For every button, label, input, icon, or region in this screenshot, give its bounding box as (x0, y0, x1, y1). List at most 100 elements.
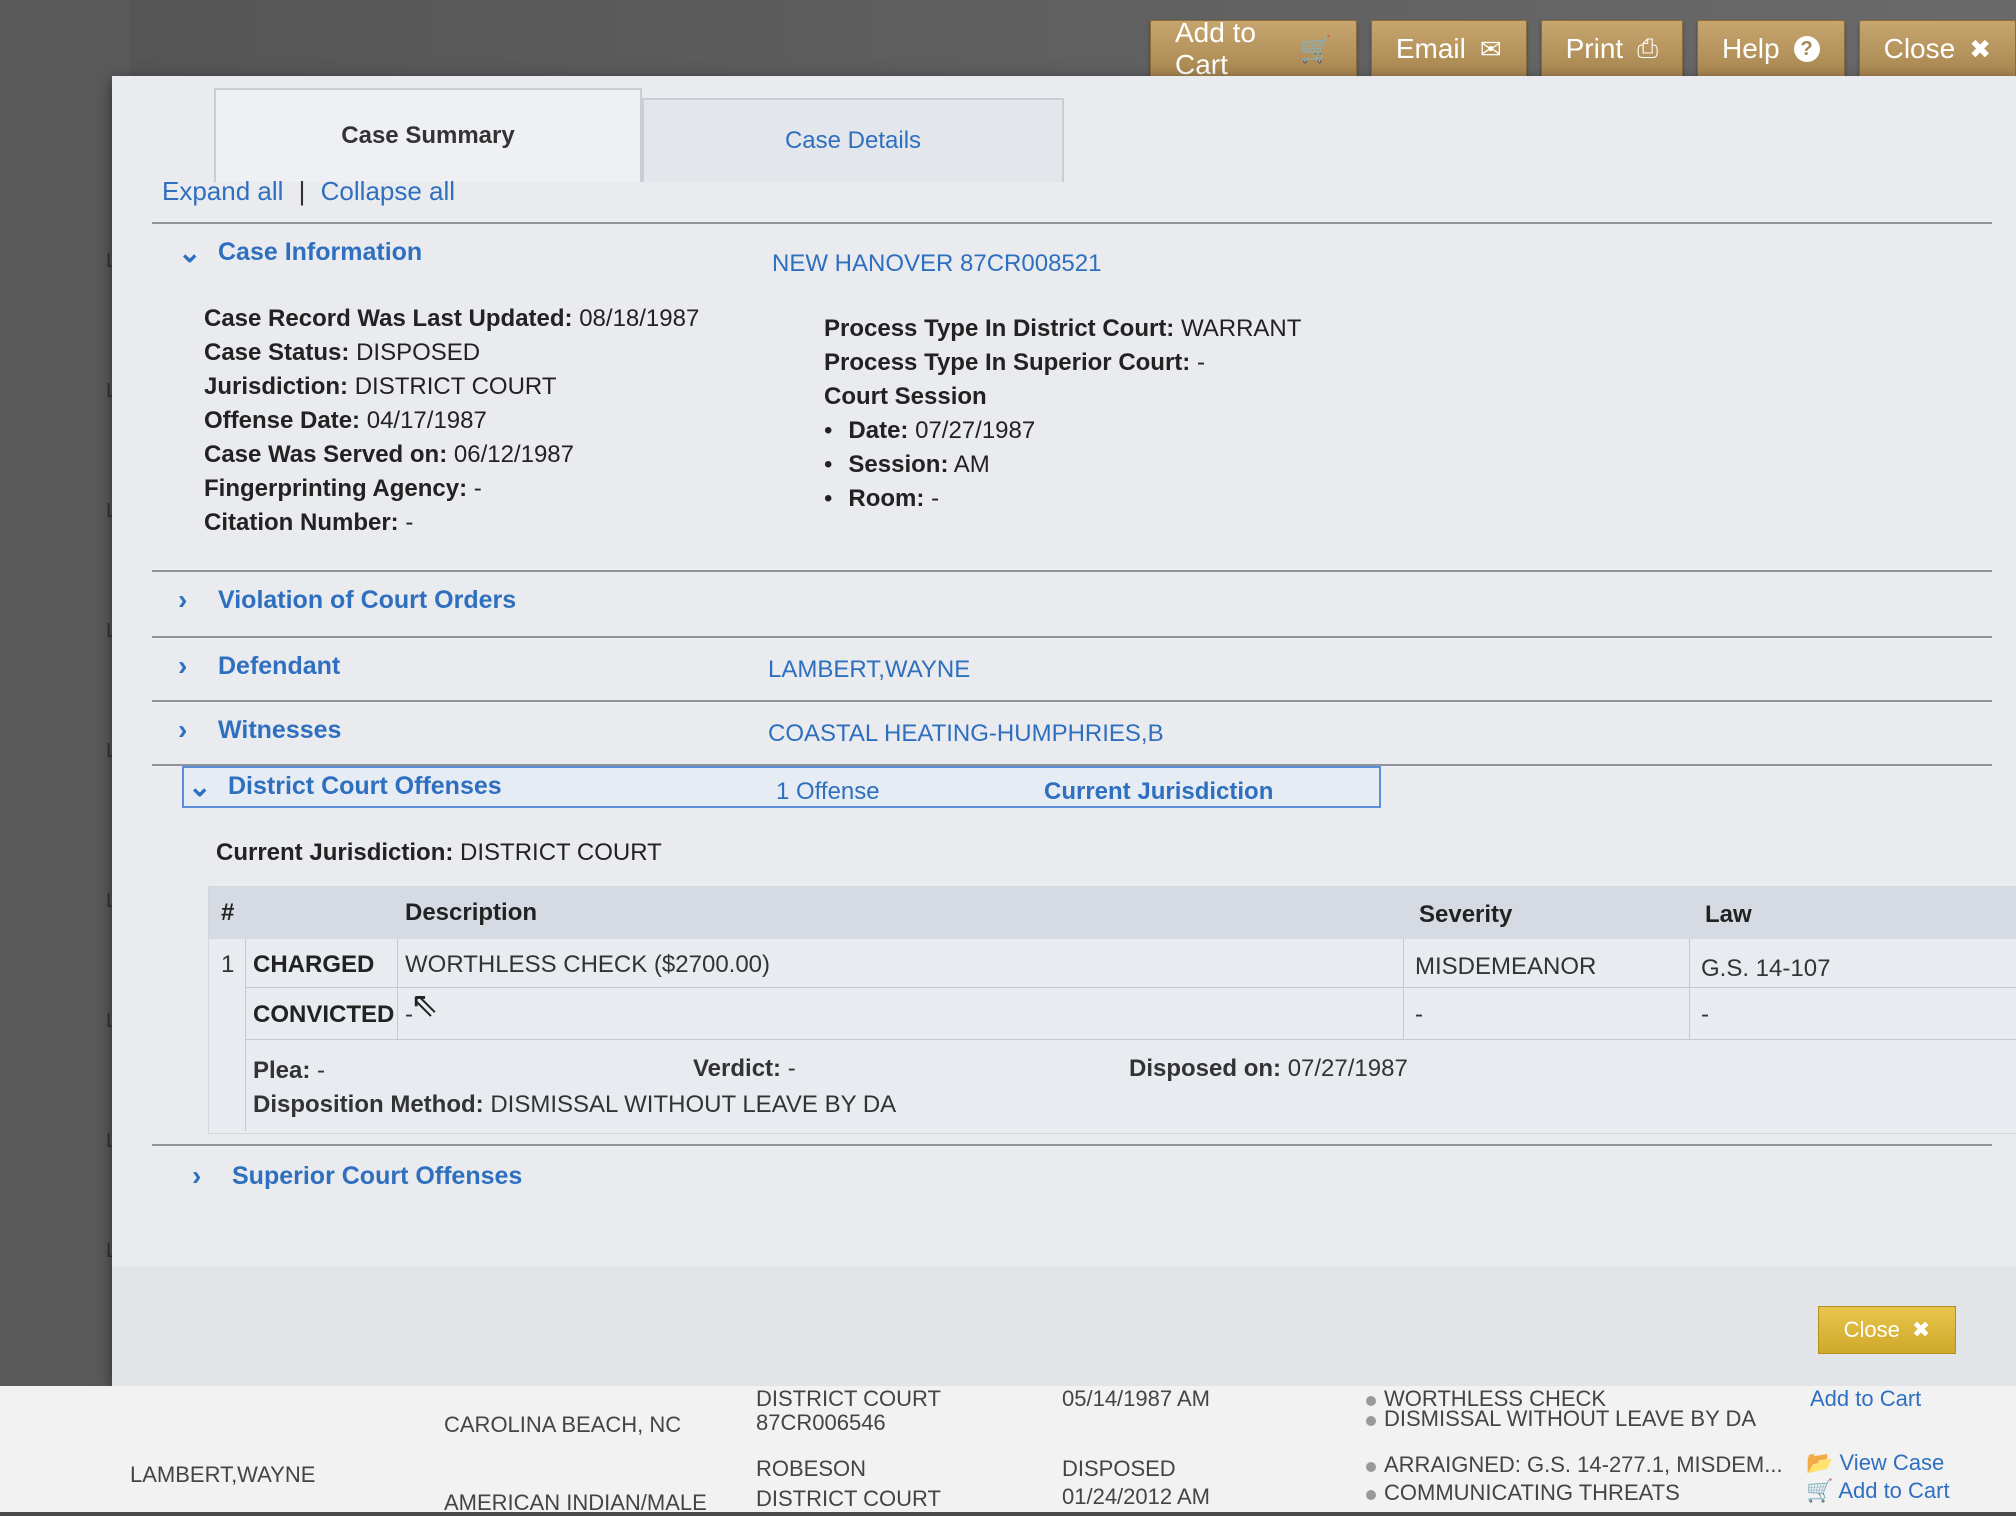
column-divider (397, 939, 398, 1039)
field-label: Case Status: (204, 339, 350, 366)
divider (152, 636, 1992, 638)
email-button[interactable]: Email ✉ (1370, 20, 1527, 78)
column-divider (245, 939, 246, 1131)
folder-icon: 📂 (1806, 1450, 1834, 1475)
verdict-label: Verdict: (693, 1055, 782, 1082)
col-num-header: # (221, 899, 235, 926)
field-label: Citation Number: (204, 509, 399, 536)
tab-case-details[interactable]: Case Details (642, 98, 1064, 182)
case-info-left: Case Record Was Last Updated: 08/18/1987… (204, 302, 699, 540)
col-law-header: Law (1705, 901, 1752, 928)
convicted-law: - (1701, 1001, 1709, 1028)
case-info-row: Case Was Served on: 06/12/1987 (204, 438, 699, 472)
row-number: 1 (221, 951, 235, 978)
row-divider (245, 987, 2016, 988)
bg-location: CAROLINA BEACH, NC (444, 1412, 682, 1437)
bg-add-to-cart-link-2[interactable]: 🛒 Add to Cart (1806, 1478, 1950, 1504)
bullet-icon: • (824, 417, 833, 444)
field-label: Fingerprinting Agency: (204, 475, 468, 502)
court-session-label: Court Session (824, 383, 987, 410)
violation-section-header[interactable]: › Violation of Court Orders (178, 584, 516, 616)
defendant-name: LAMBERT,WAYNE (768, 656, 971, 683)
cart-icon: 🛒 (1299, 33, 1332, 64)
bg-add-to-cart-2-text: Add to Cart (1838, 1478, 1950, 1503)
modal-footer (112, 1266, 2016, 1386)
case-information-header[interactable]: ⌄ Case Information (178, 236, 422, 269)
case-info-row: Fingerprinting Agency: - (204, 472, 699, 506)
disposed-row: Disposed on: 07/27/1987 (1129, 1055, 1408, 1083)
witness-name: COASTAL HEATING-HUMPHRIES,B (768, 720, 1164, 747)
case-modal: Case Summary Case Details Expand all | C… (112, 76, 2016, 1386)
chevron-right-icon: › (178, 584, 188, 615)
bg-view-case-link[interactable]: 📂 View Case (1806, 1450, 1944, 1476)
bg-name[interactable]: LAMBERT,WAYNE (130, 1462, 315, 1488)
case-id: NEW HANOVER 87CR008521 (772, 250, 1102, 277)
field-value: - (473, 475, 482, 502)
bg-county: ROBESON (756, 1456, 867, 1481)
bg-status: DISPOSED (1062, 1456, 1176, 1481)
col-description-header: Description (405, 899, 538, 926)
session-value: AM (953, 451, 990, 478)
tab-case-summary[interactable]: Case Summary (214, 88, 642, 182)
print-button[interactable]: Print ⎙ (1540, 20, 1684, 78)
tab-bar: Case Summary Case Details (214, 88, 1064, 182)
case-information-title: Case Information (218, 238, 423, 266)
session-date-value: 07/27/1987 (915, 417, 1036, 444)
district-offenses-header[interactable]: ⌄ District Court Offenses (188, 770, 502, 803)
close-footer-button[interactable]: Close ✖ (1818, 1306, 1956, 1354)
charged-law: G.S. 14-107 (1701, 955, 1831, 982)
close-footer-label: Close (1843, 1317, 1900, 1342)
expand-all-link[interactable]: Expand all (162, 176, 283, 206)
close-top-label: Close (1883, 33, 1956, 64)
close-icon: ✖ (1911, 1317, 1931, 1342)
printer-icon: ⎙ (1637, 33, 1659, 63)
bullet-icon: • (824, 485, 833, 512)
bg-arraigned: ARRAIGNED: G.S. 14-277.1, MISDEM... (1366, 1452, 1783, 1478)
add-to-cart-label: Add to Cart (1175, 17, 1256, 80)
case-info-right: Process Type In District Court: WARRANT … (824, 312, 1301, 516)
chevron-down-icon: ⌄ (178, 237, 202, 268)
bg-add-to-cart-link[interactable]: Add to Cart (1810, 1386, 1921, 1412)
charged-severity: MISDEMEANOR (1415, 953, 1597, 980)
disposition-value: DISMISSAL WITHOUT LEAVE BY DA (490, 1091, 897, 1118)
col-severity-header: Severity (1419, 901, 1513, 928)
case-info-row: Jurisdiction: DISTRICT COURT (204, 370, 699, 404)
plea-label: Plea: (253, 1057, 311, 1084)
plea-row: Plea: - (253, 1057, 325, 1085)
process-superior-value: - (1196, 349, 1205, 376)
witnesses-section-header[interactable]: › Witnesses (178, 714, 341, 746)
left-margin: LLL LLL LLL (0, 0, 130, 1512)
convicted-severity: - (1415, 1001, 1423, 1028)
witnesses-title: Witnesses (218, 715, 342, 744)
verdict-row: Verdict: - (693, 1055, 796, 1083)
expand-controls: Expand all | Collapse all (162, 176, 455, 207)
bg-disposition: DISMISSAL WITHOUT LEAVE BY DA (1366, 1406, 1756, 1432)
print-label: Print (1565, 33, 1624, 64)
background-results: DISTRICT COURT 05/14/1987 AM WORTHLESS C… (0, 1386, 2016, 1515)
bullet-icon (1366, 1490, 1376, 1500)
current-jurisdiction-value: DISTRICT COURT (460, 839, 662, 866)
help-button[interactable]: Help ? (1697, 20, 1845, 78)
field-label: Case Was Served on: (204, 441, 448, 468)
case-info-row: Case Status: DISPOSED (204, 336, 699, 370)
room-value: - (931, 485, 940, 512)
charged-description: WORTHLESS CHECK ($2700.00) (405, 951, 771, 978)
question-icon: ? (1793, 36, 1820, 62)
superior-offenses-header[interactable]: › Superior Court Offenses (192, 1160, 522, 1192)
field-value: 08/18/1987 (579, 305, 700, 332)
current-jurisdiction-link[interactable]: Current Jurisdiction (1044, 778, 1273, 806)
violation-title: Violation of Court Orders (218, 585, 517, 614)
process-district-label: Process Type In District Court: (824, 315, 1175, 342)
process-district-value: WARRANT (1180, 315, 1302, 342)
session-label: Session: (848, 451, 949, 478)
bg-case-number: 87CR006546 (756, 1410, 886, 1435)
collapse-all-link[interactable]: Collapse all (321, 176, 455, 206)
offenses-table: # Description Severity Law 1 CHARGED WOR… (208, 886, 2016, 1134)
close-top-button[interactable]: Close ✖ (1858, 20, 2016, 78)
defendant-section-header[interactable]: › Defendant (178, 650, 340, 682)
chevron-right-icon: › (178, 650, 188, 681)
convicted-label: CONVICTED (253, 1001, 395, 1028)
superior-offenses-title: Superior Court Offenses (232, 1161, 523, 1190)
cart-icon: 🛒 (1806, 1478, 1834, 1503)
add-to-cart-button[interactable]: Add to Cart 🛒 (1150, 17, 1357, 80)
